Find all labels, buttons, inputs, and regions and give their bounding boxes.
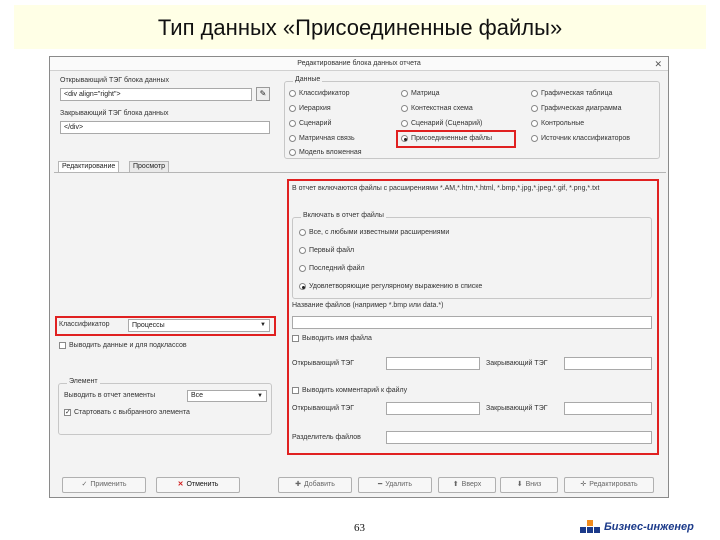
separator-label: Разделитель файлов (292, 434, 361, 441)
arrow-up-icon: ⬆ (452, 481, 459, 488)
apply-button[interactable]: ✓ Применить (62, 477, 146, 493)
open-tag-label: Открывающий ТЭГ (292, 360, 355, 367)
add-button[interactable]: ✚ Добавить (278, 477, 352, 493)
tab-preview[interactable]: Просмотр (129, 161, 169, 172)
close-tag-input[interactable] (564, 357, 652, 370)
data-type-group-title: Данные (293, 76, 323, 83)
dialog-title: Редактирование блока данных отчета (50, 57, 668, 71)
cross-icon: ✕ (177, 481, 184, 488)
highlight-attached-files (396, 130, 516, 148)
show-comment-checkbox[interactable]: Выводить комментарий к файлу (292, 387, 407, 394)
show-elements-label: Выводить в отчет элементы (64, 392, 156, 399)
arrow-down-icon: ⬇ (516, 481, 523, 488)
radio-dot (289, 135, 296, 142)
file-name-input[interactable] (292, 316, 652, 329)
radio-dot (401, 120, 408, 127)
radio-dot (531, 90, 538, 97)
radio-dot (289, 120, 296, 127)
close-tag-label: Закрывающий ТЭГ (486, 360, 548, 367)
close-tag-block-label: Закрывающий ТЭГ блока данных (60, 110, 169, 117)
radio-dot (299, 229, 306, 236)
start-from-selected-checkbox[interactable]: ✓ Стартовать с выбранного элемента (64, 409, 190, 416)
radio-dot (289, 105, 296, 112)
open-tag-block-input[interactable]: <div align="right"> (60, 88, 252, 101)
radio-dot (289, 149, 296, 156)
radio-first-file[interactable]: Первый файл (299, 247, 354, 254)
plus-icon: ✚ (295, 481, 301, 488)
check-icon: ✓ (81, 481, 88, 488)
radio-graphic-diagram[interactable]: Графическая диаграмма (531, 105, 621, 112)
show-elements-select[interactable]: Все ▼ (187, 390, 267, 402)
classifier-label: Классификатор (59, 321, 110, 328)
radio-dot (299, 247, 306, 254)
radio-control[interactable]: Контрольные (531, 120, 584, 127)
radio-classifier-source[interactable]: Источник классификаторов (531, 135, 630, 142)
delete-button[interactable]: ━ Удалить (358, 477, 432, 493)
comment-open-tag-label: Открывающий ТЭГ (292, 405, 355, 412)
comment-open-tag-input[interactable] (386, 402, 480, 415)
tab-editing[interactable]: Редактирование (58, 161, 120, 172)
radio-scenario-alt[interactable]: Сценарий (Сценарий) (401, 120, 482, 127)
edit-button[interactable]: ✛ Редактировать (564, 477, 654, 493)
tab-divider (54, 172, 666, 173)
radio-dot (299, 265, 306, 272)
radio-dot (531, 135, 538, 142)
page-number: 63 (354, 522, 365, 534)
close-tag-block-input[interactable]: </div> (60, 121, 270, 134)
open-tag-input[interactable] (386, 357, 480, 370)
checkbox-box: ✓ (64, 409, 71, 416)
cancel-button[interactable]: ✕ Отменить (156, 477, 240, 493)
radio-dot (289, 90, 296, 97)
checkbox-box (292, 387, 299, 394)
edit-data-block-dialog: Редактирование блока данных отчета ✕ Отк… (49, 56, 669, 498)
radio-matrix[interactable]: Матрица (401, 90, 440, 97)
macro-edit-button[interactable]: ✎ (256, 87, 270, 101)
comment-close-tag-label: Закрывающий ТЭГ (486, 405, 548, 412)
include-files-group: Включать в отчет файлы Все, с любыми изв… (292, 212, 652, 299)
element-group: Элемент Выводить в отчет элементы Все ▼ … (58, 378, 272, 435)
radio-scenario[interactable]: Сценарий (289, 120, 331, 127)
checkbox-box (292, 335, 299, 342)
brand-name: Бизнес-инженер (604, 521, 694, 533)
edit-icon: ✛ (580, 481, 587, 488)
chevron-down-icon[interactable]: ▼ (260, 320, 266, 331)
radio-context-scheme[interactable]: Контекстная схема (401, 105, 473, 112)
minus-icon: ━ (378, 481, 383, 488)
radio-dot-selected (299, 283, 306, 290)
chevron-down-icon[interactable]: ▼ (257, 391, 263, 401)
include-files-group-title: Включать в отчет файлы (301, 212, 386, 219)
radio-nested-model[interactable]: Модель вложенная (289, 149, 362, 156)
comment-close-tag-input[interactable] (564, 402, 652, 415)
radio-classifier[interactable]: Классификатор (289, 90, 350, 97)
radio-all-known[interactable]: Все, с любыми известными расширениями (299, 229, 449, 236)
radio-regex[interactable]: Удовлетворяющие регулярному выражению в … (299, 283, 482, 290)
file-name-label: Название файлов (например *.bmp или data… (292, 302, 444, 309)
include-subclasses-checkbox[interactable]: Выводить данные и для подклассов (59, 342, 187, 349)
radio-dot (401, 90, 408, 97)
up-button[interactable]: ⬆ Вверх (438, 477, 496, 493)
brand-logo-icon (580, 520, 600, 534)
extensions-text: В отчет включаются файлы с расширениями … (292, 185, 600, 192)
radio-matrix-link[interactable]: Матричная связь (289, 135, 355, 142)
separator-input[interactable] (386, 431, 652, 444)
radio-dot (401, 105, 408, 112)
classifier-select[interactable]: Процессы ▼ (128, 319, 270, 332)
slide-title: Тип данных «Присоединенные файлы» (157, 15, 563, 40)
open-tag-block-label: Открывающий ТЭГ блока данных (60, 77, 170, 84)
slide-title-bar: Тип данных «Присоединенные файлы» (14, 5, 706, 49)
brand: Бизнес-инженер (580, 520, 694, 534)
down-button[interactable]: ⬇ Вниз (500, 477, 558, 493)
checkbox-box (59, 342, 66, 349)
close-icon[interactable]: ✕ (654, 57, 662, 71)
radio-hierarchy[interactable]: Иерархия (289, 105, 331, 112)
radio-graphic-table[interactable]: Графическая таблица (531, 90, 612, 97)
show-file-name-checkbox[interactable]: Выводить имя файла (292, 335, 372, 342)
element-group-title: Элемент (67, 378, 100, 385)
radio-dot (531, 120, 538, 127)
radio-last-file[interactable]: Последний файл (299, 265, 365, 272)
radio-dot (531, 105, 538, 112)
